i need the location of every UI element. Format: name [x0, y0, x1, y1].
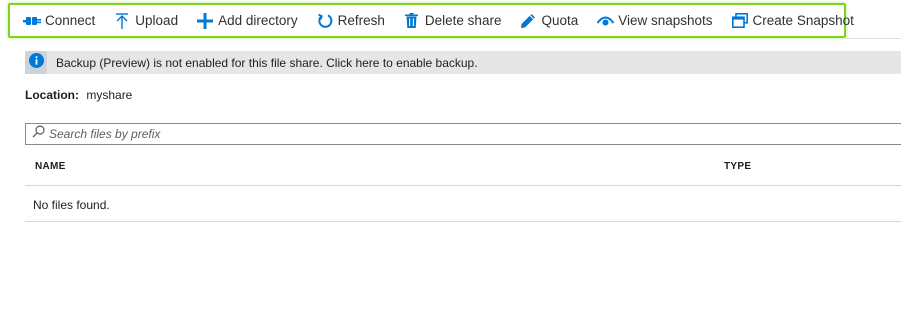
snapshot-icon	[731, 12, 749, 30]
command-toolbar: Connect Upload Add directory Refresh Del…	[8, 3, 854, 38]
info-icon	[28, 52, 44, 73]
file-share-blade: Connect Upload Add directory Refresh Del…	[0, 0, 901, 327]
location-label: Location:	[25, 88, 79, 102]
refresh-button[interactable]: Refresh	[316, 12, 385, 30]
quota-label: Quota	[541, 13, 579, 28]
table-bottom-divider	[25, 221, 901, 222]
add-directory-label: Add directory	[218, 13, 298, 28]
toolbar-divider	[846, 38, 901, 39]
banner-message: Backup (Preview) is not enabled for this…	[56, 55, 478, 70]
plus-icon	[196, 12, 214, 30]
refresh-icon	[316, 12, 334, 30]
delete-share-button[interactable]: Delete share	[403, 12, 502, 30]
create-snapshot-button[interactable]: Create Snapshot	[731, 12, 854, 30]
location-row: Location: myshare	[25, 88, 132, 102]
connect-label: Connect	[45, 13, 96, 28]
search-icon	[32, 125, 45, 143]
view-snapshots-label: View snapshots	[618, 13, 713, 28]
upload-icon	[113, 12, 131, 30]
column-header-name[interactable]: NAME	[35, 161, 66, 172]
upload-button[interactable]: Upload	[113, 12, 178, 30]
connect-button[interactable]: Connect	[23, 12, 95, 30]
add-directory-button[interactable]: Add directory	[196, 12, 298, 30]
upload-label: Upload	[135, 13, 179, 28]
trash-icon	[403, 12, 421, 30]
table-header-divider	[25, 185, 901, 186]
delete-share-label: Delete share	[424, 13, 502, 28]
info-icon-box	[25, 51, 47, 74]
eye-icon	[596, 12, 614, 30]
create-snapshot-label: Create Snapshot	[752, 13, 854, 28]
location-value: myshare	[86, 88, 133, 102]
connect-icon	[23, 12, 41, 30]
view-snapshots-button[interactable]: View snapshots	[596, 12, 713, 30]
pencil-icon	[519, 12, 537, 30]
empty-state-message: No files found.	[33, 198, 110, 212]
search-box[interactable]	[25, 123, 901, 145]
refresh-label: Refresh	[337, 13, 385, 28]
search-input[interactable]	[49, 127, 849, 141]
quota-button[interactable]: Quota	[519, 12, 578, 30]
backup-info-banner[interactable]: Backup (Preview) is not enabled for this…	[25, 51, 901, 74]
column-header-type[interactable]: TYPE	[724, 161, 751, 172]
